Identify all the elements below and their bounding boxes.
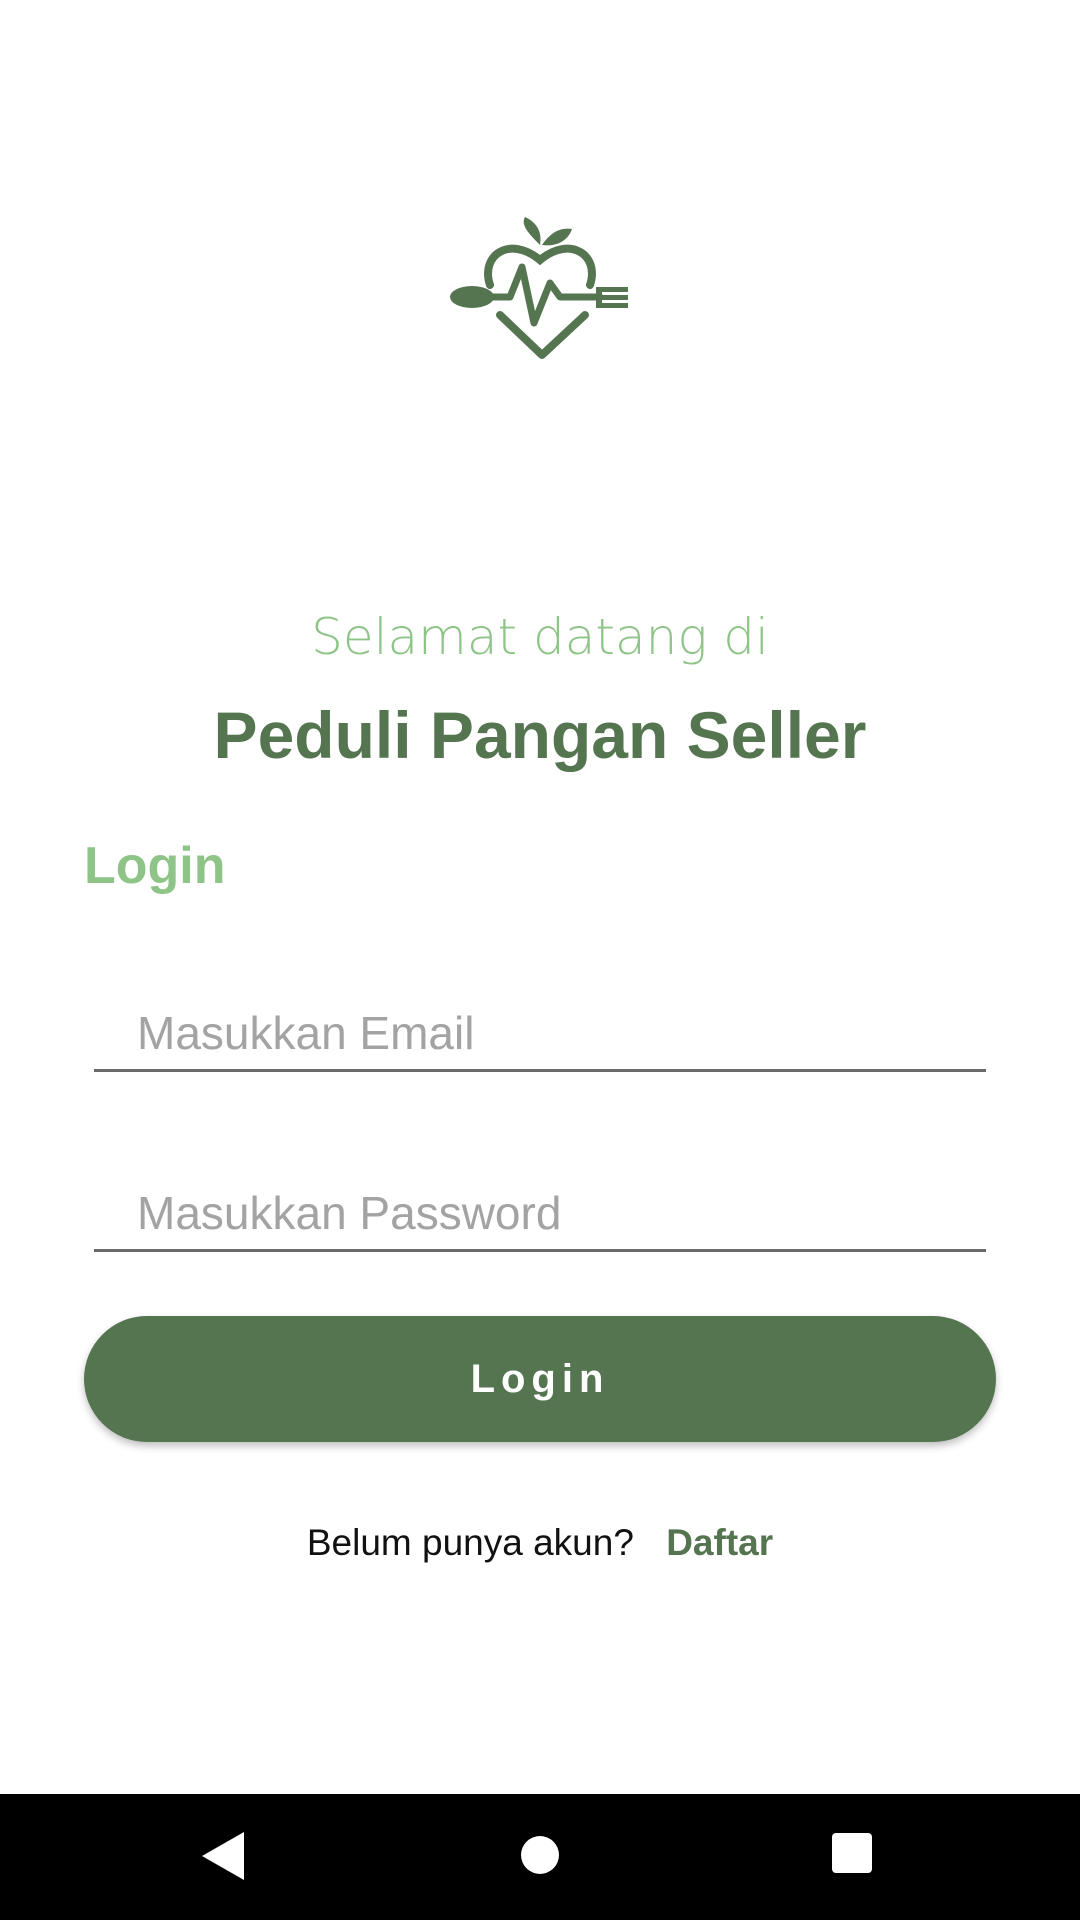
email-field[interactable]: [94, 996, 986, 1072]
welcome-text: Selamat datang di: [311, 608, 769, 666]
app-title: Peduli Pangan Seller: [213, 698, 867, 772]
password-field[interactable]: [94, 1176, 986, 1252]
signup-row: Belum punya akun? Daftar: [0, 1522, 1080, 1564]
login-button[interactable]: Login: [84, 1316, 996, 1442]
login-heading: Login: [84, 837, 226, 895]
login-screen: Selamat datang di Peduli Pangan Seller L…: [0, 0, 1080, 1920]
signup-link[interactable]: Daftar: [666, 1522, 773, 1563]
heart-cutlery-icon: [450, 215, 630, 360]
system-navigation-bar: [0, 1794, 1080, 1920]
signup-prompt: Belum punya akun?: [306, 1522, 634, 1563]
back-triangle-icon[interactable]: [200, 1830, 246, 1882]
recents-square-icon[interactable]: [832, 1833, 872, 1873]
home-circle-icon[interactable]: [521, 1836, 559, 1874]
